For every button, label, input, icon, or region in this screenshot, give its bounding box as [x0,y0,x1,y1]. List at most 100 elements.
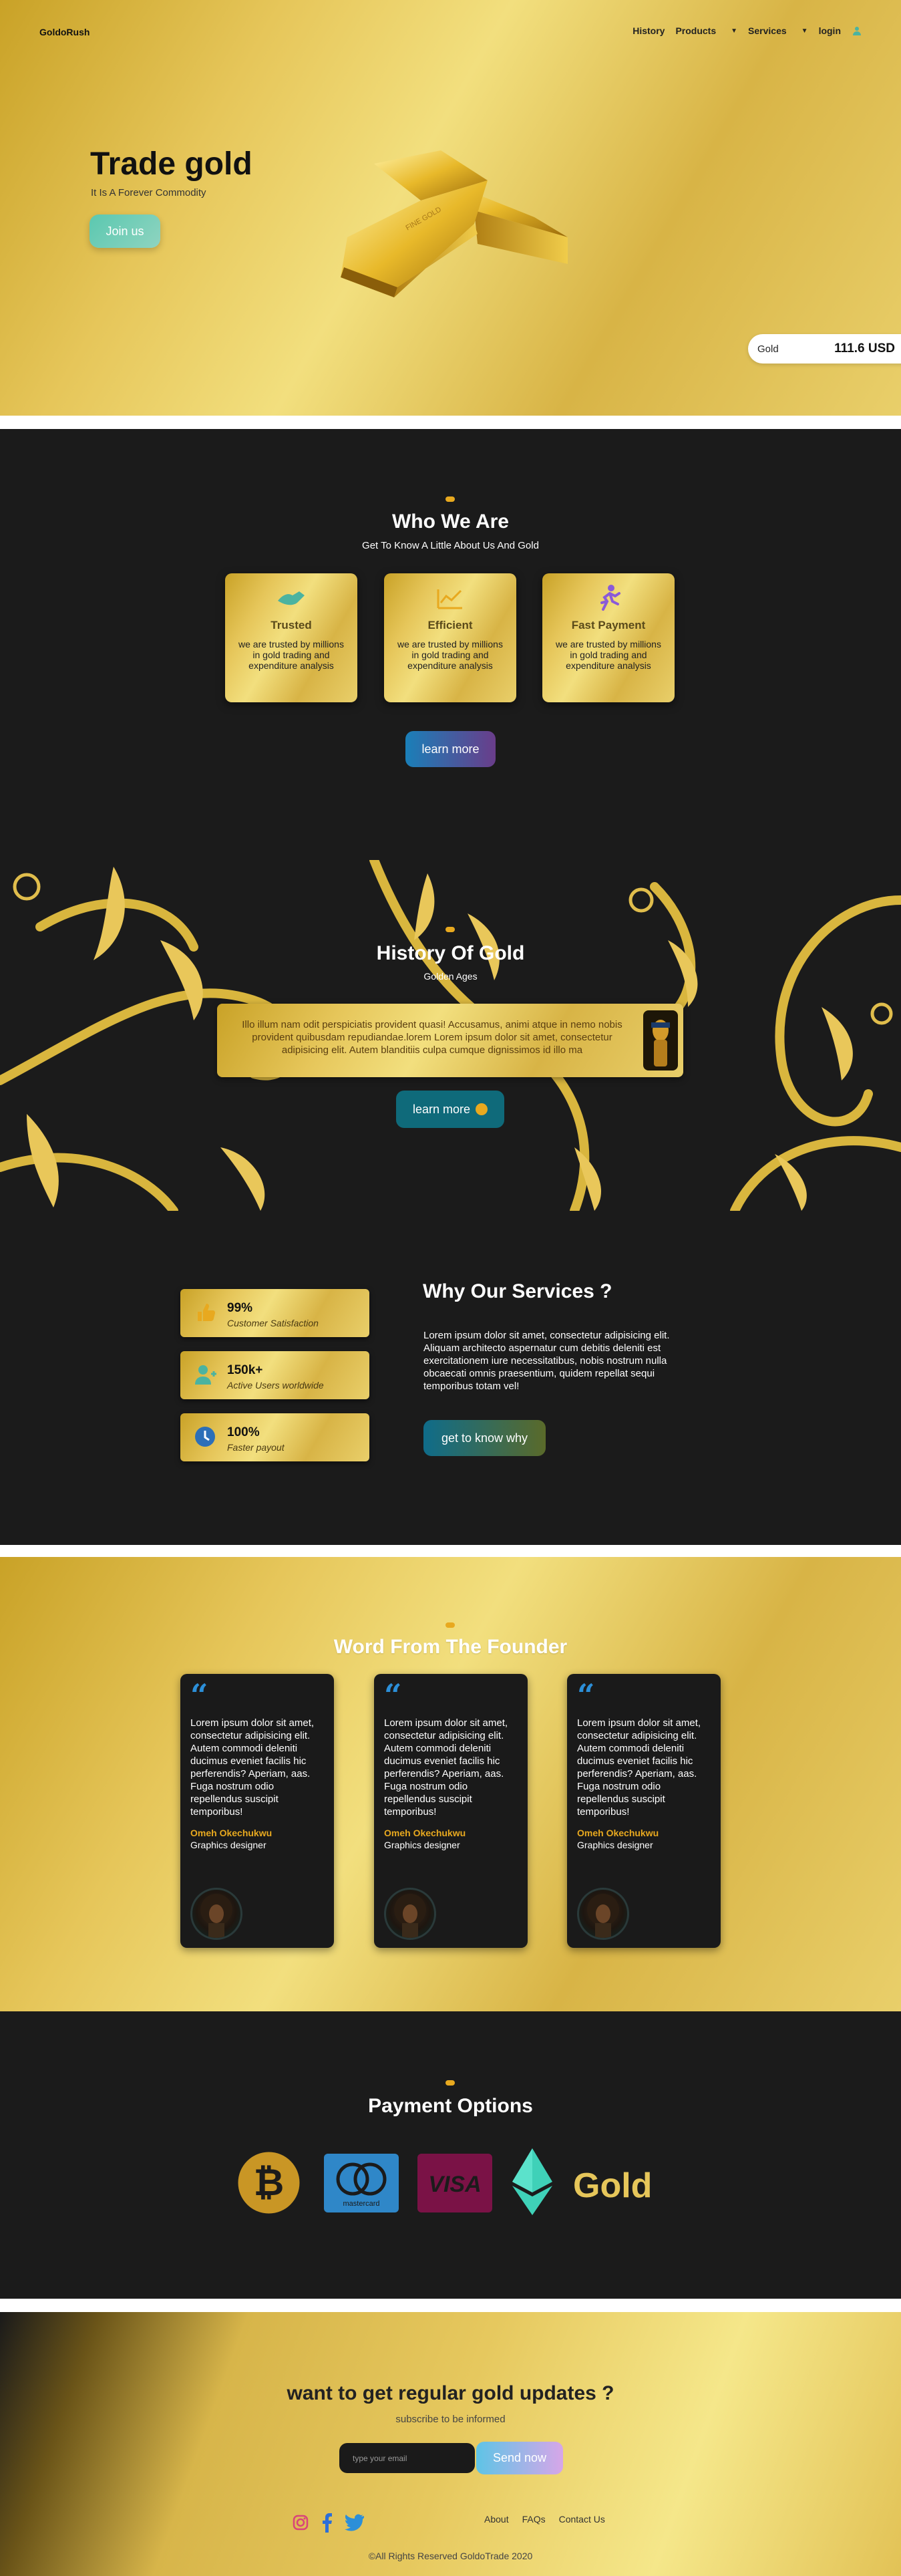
running-icon [542,583,675,615]
chart-icon [384,583,516,615]
testimonial-card: “ Lorem ipsum dolor sit amet, consectetu… [374,1674,528,1948]
ethereum-icon[interactable] [511,2148,554,2215]
avatar [190,1888,242,1940]
payment-title: Payment Options [368,2095,533,2117]
avatar [384,1888,436,1940]
stat-card-satisfaction: 99% Customer Satisfaction [180,1289,369,1337]
join-us-button[interactable]: Join us [89,214,160,248]
mastercard-icon[interactable]: mastercard [324,2154,399,2212]
site-logo[interactable]: GoldoRush [39,27,89,37]
gold-payment-option[interactable]: Gold [573,2166,652,2206]
card-title: Fast Payment [571,619,646,631]
history-text: Illo illum nam odit perspiciatis provide… [242,1019,622,1056]
price-value: 111.6 USD [834,341,895,355]
thumbs-up-icon [198,1304,215,1321]
testimonial-card: “ Lorem ipsum dolor sit amet, consectetu… [180,1674,334,1948]
nav-services[interactable]: Services ▼ [748,25,808,36]
nav-products[interactable]: Products ▼ [675,25,737,36]
who-we-are-section: Who We Are Get To Know A Little About Us… [0,429,901,860]
visa-caption: VISA [428,2172,481,2197]
testimonial-name: Omeh Okechukwu [577,1828,659,1838]
footer-section: want to get regular gold updates ? subsc… [0,2312,901,2576]
stat-value: 100% [227,1425,260,1439]
copyright: ©All Rights Reserved GoldoTrade 2020 [368,2551,533,2561]
nav-history[interactable]: History [633,25,665,36]
hero-title: Trade gold [90,146,252,182]
testimonial-card: “ Lorem ipsum dolor sit amet, consectetu… [567,1674,721,1948]
history-thumbnail [643,1010,678,1070]
avatar [577,1888,629,1940]
card-desc: we are trusted by millions in gold tradi… [238,639,344,671]
gold-price-ticker: Gold 111.6 USD [748,334,901,364]
card-title: Trusted [271,619,312,631]
feature-card-fast-payment: Fast Payment we are trusted by millions … [542,573,675,702]
card-desc: we are trusted by millions in gold tradi… [556,639,661,671]
hero-section: GoldoRush History Products ▼ Services ▼ … [0,0,901,416]
facebook-icon[interactable] [320,2513,333,2533]
get-to-know-why-button[interactable]: get to know why [423,1420,546,1456]
testimonial-text: Lorem ipsum dolor sit amet, consectetur … [190,1717,315,1818]
who-subtitle: Get To Know A Little About Us And Gold [362,540,539,551]
testimonial-text: Lorem ipsum dolor sit amet, consectetur … [384,1717,508,1818]
quote-icon: “ [577,1677,595,1713]
learn-more-button[interactable]: learn more [405,731,496,767]
stat-label: Active Users worldwide [227,1380,324,1391]
mastercard-caption: mastercard [343,2200,379,2208]
history-section: History Of Gold Golden Ages Illo illum n… [0,860,901,1211]
button-label: learn more [412,1102,471,1116]
newsletter-subtitle: subscribe to be informed [395,2414,506,2425]
instagram-icon[interactable] [292,2514,309,2531]
footer-link-faqs[interactable]: FAQs [522,2514,546,2525]
why-services-section: 99% Customer Satisfaction 150k+ Active U… [0,1211,901,1545]
history-learn-more-button[interactable]: learn more [396,1091,504,1128]
nav-products-label: Products [675,25,717,36]
why-title: Why Our Services ? [423,1280,612,1302]
card-title: Efficient [427,619,473,631]
stat-value: 99% [227,1301,253,1315]
section-dot [445,2080,455,2086]
stat-value: 150k+ [227,1363,263,1377]
visa-icon[interactable]: VISA [417,2154,492,2212]
stat-label: Faster payout [227,1442,285,1453]
quote-icon: “ [384,1677,402,1713]
social-links [292,2513,364,2533]
history-card: Illo illum nam odit perspiciatis provide… [217,1004,683,1077]
section-dot [445,1622,455,1628]
why-text: Lorem ipsum dolor sit amet, consectetur … [423,1330,670,1392]
clock-icon [195,1427,215,1447]
user-icon[interactable] [852,25,862,36]
feature-card-efficient: Efficient we are trusted by millions in … [384,573,516,702]
history-subtitle: Golden Ages [423,971,478,982]
main-nav: History Products ▼ Services ▼ login [633,25,862,36]
bitcoin-icon[interactable]: ₿ [237,2151,301,2214]
chevron-down-icon: ▼ [801,27,808,35]
section-dot [445,496,455,502]
footer-link-about[interactable]: About [484,2514,509,2525]
twitter-icon[interactable] [344,2514,364,2531]
feature-card-trusted: Trusted we are trusted by millions in go… [225,573,357,702]
nav-login[interactable]: login [819,25,841,36]
footer-link-contact[interactable]: Contact Us [559,2514,605,2525]
testimonial-name: Omeh Okechukwu [190,1828,273,1838]
stat-card-users: 150k+ Active Users worldwide [180,1351,369,1399]
testimonial-role: Graphics designer [384,1840,460,1850]
send-now-button[interactable]: Send now [476,2442,563,2474]
email-input[interactable] [339,2443,475,2473]
price-label: Gold [757,343,779,355]
footer-links: About FAQs Contact Us [484,2514,605,2525]
handshake-icon [225,583,357,615]
user-icon [195,1365,216,1385]
coin-icon [476,1103,488,1115]
history-title: History Of Gold [376,942,525,964]
svg-text:₿: ₿ [254,2161,285,2203]
payment-methods: ₿ mastercard VISA Gold [237,2148,671,2215]
gold-bars-image: FINE GOLD [341,150,568,297]
payment-section: Payment Options ₿ mastercard VISA Gold [0,2011,901,2299]
testimonial-role: Graphics designer [190,1840,266,1850]
stat-label: Customer Satisfaction [227,1318,319,1328]
newsletter-title: want to get regular gold updates ? [287,2382,614,2404]
quote-icon: “ [190,1677,208,1713]
chevron-down-icon: ▼ [731,27,738,35]
section-dot [445,927,455,932]
founder-title: Word From The Founder [333,1636,568,1658]
